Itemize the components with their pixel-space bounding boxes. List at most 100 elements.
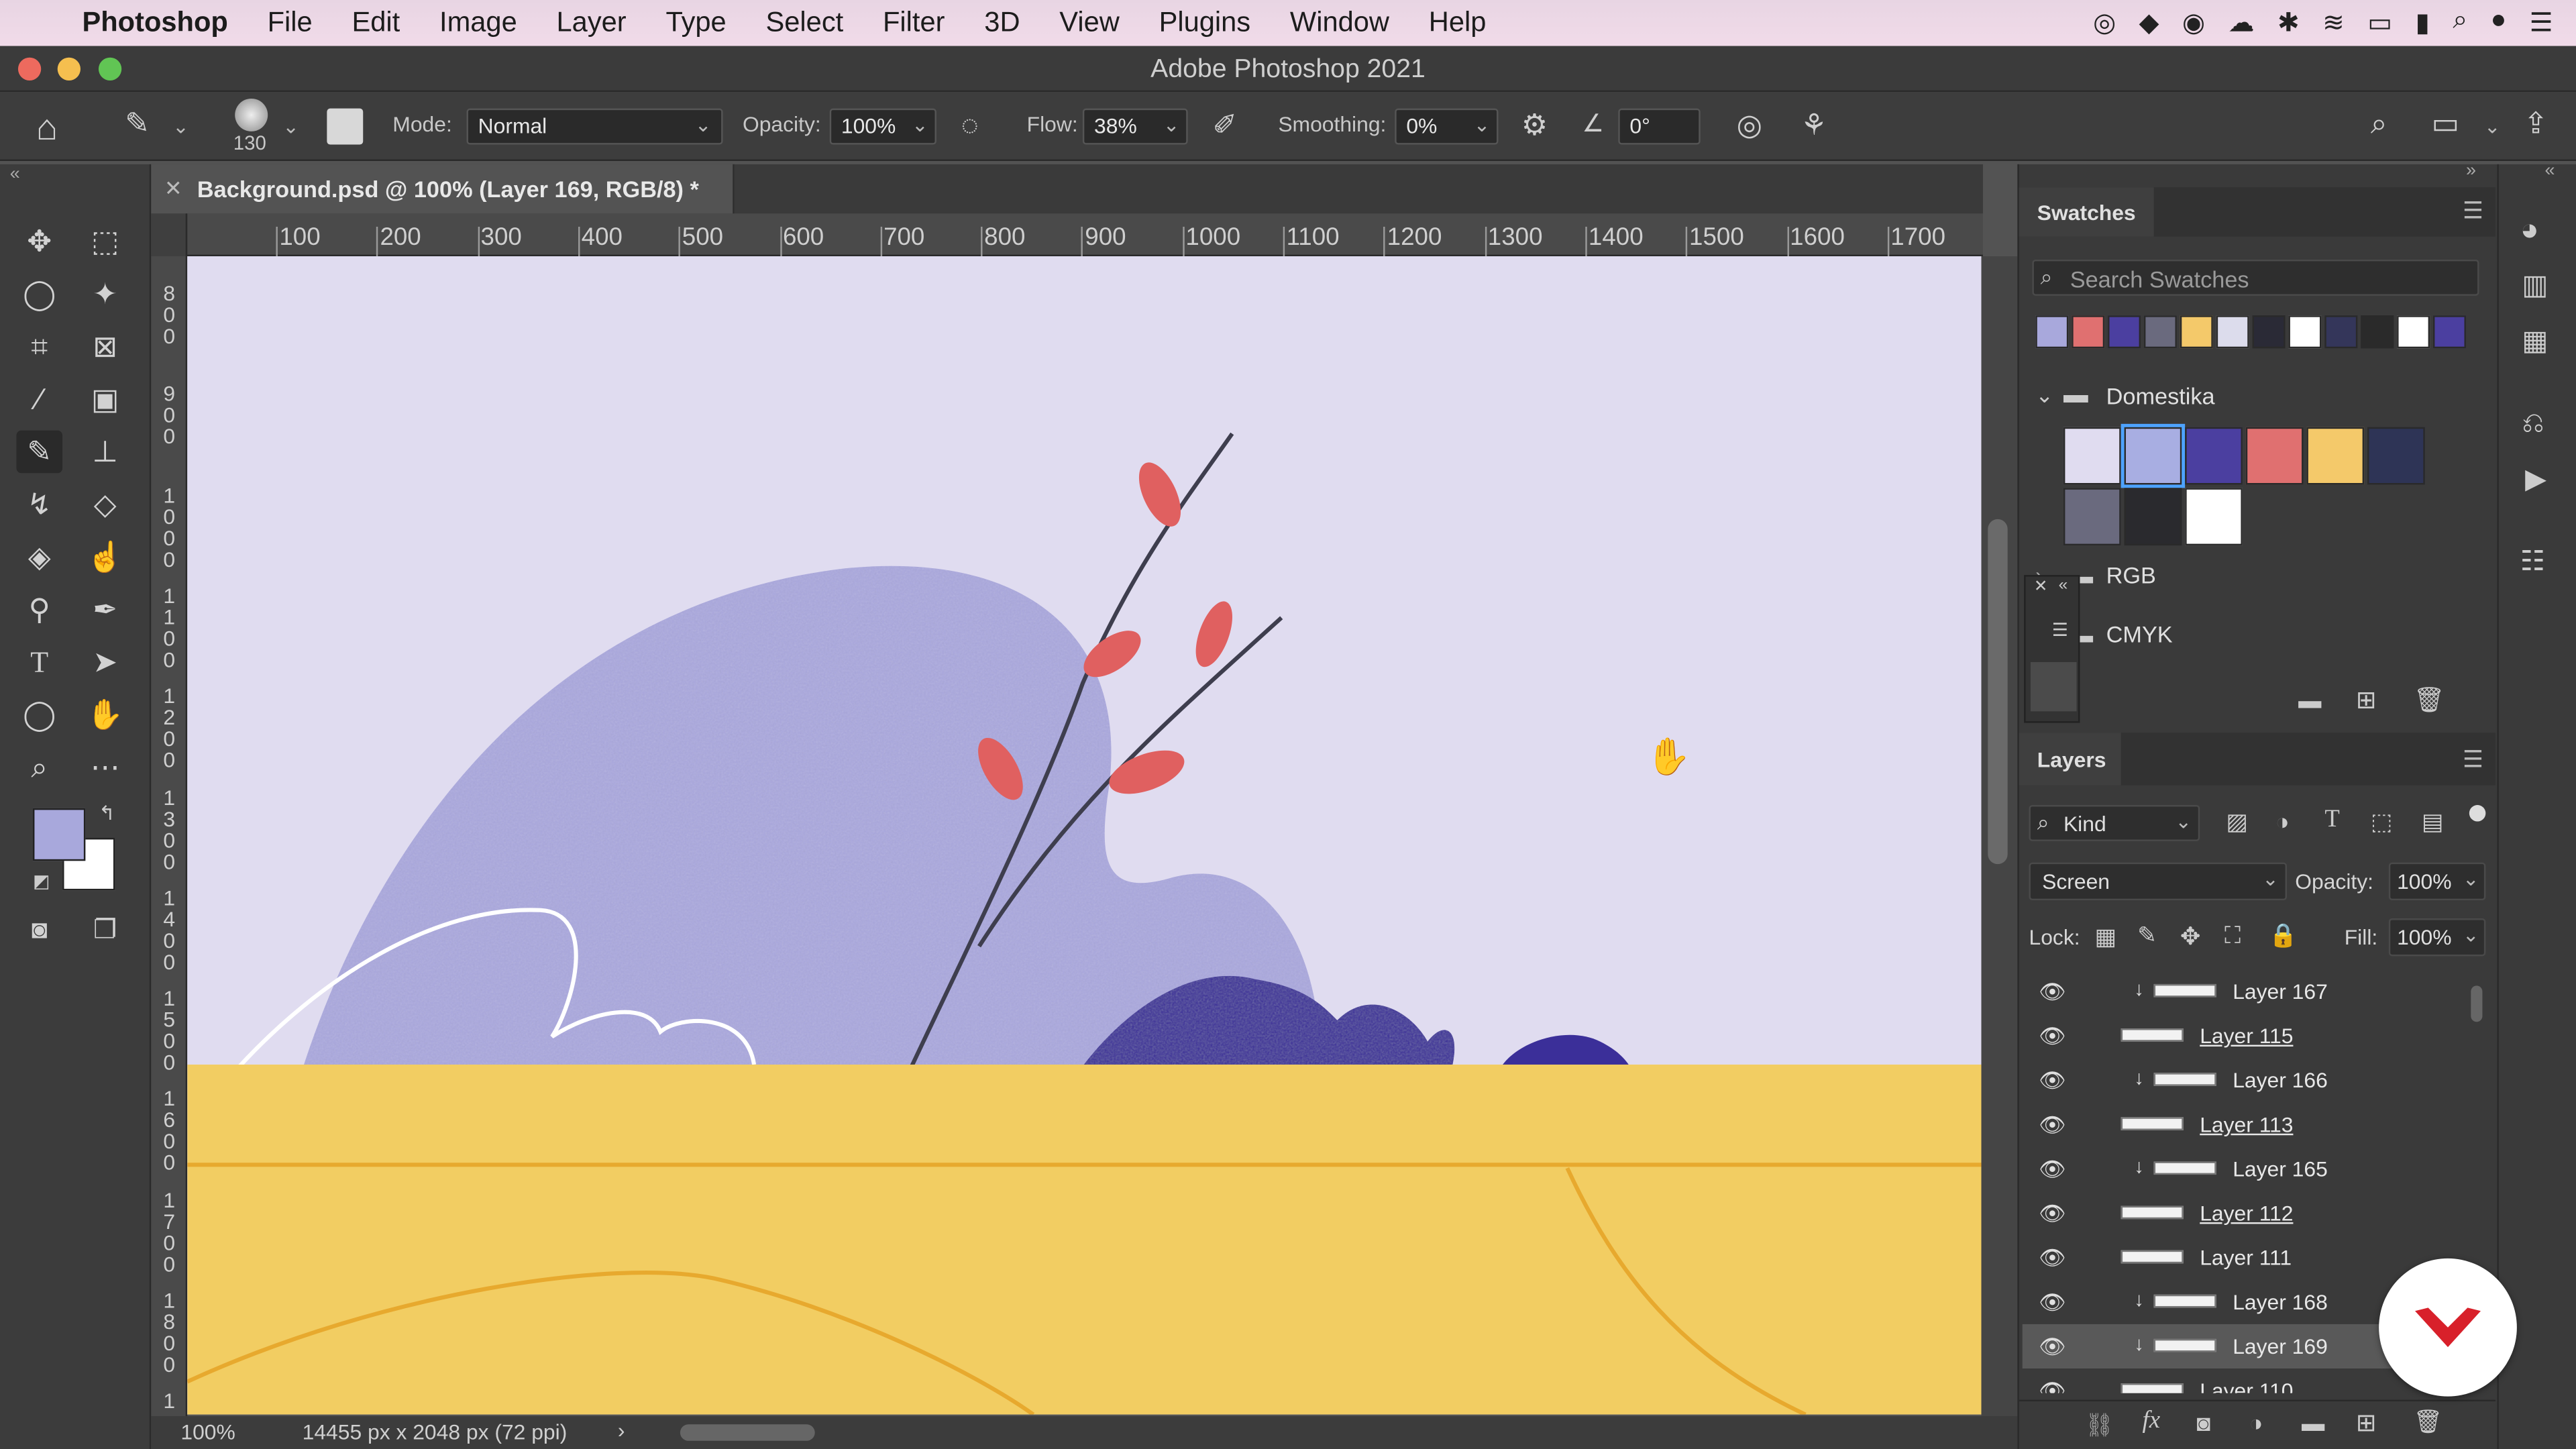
zoom-level[interactable]: 100% xyxy=(180,1419,235,1444)
layer-row[interactable]: 👁 Layer 115 xyxy=(2023,1014,2466,1058)
menu-view[interactable]: View xyxy=(1040,7,1139,40)
menu-filter[interactable]: Filter xyxy=(863,7,965,40)
canvas-vertical-scrollbar[interactable] xyxy=(1981,256,2018,1417)
recent-swatch[interactable] xyxy=(2288,315,2322,349)
lock-all-icon[interactable]: 🔒 xyxy=(2269,922,2298,950)
link-layers-icon[interactable]: ⛓ xyxy=(2085,1411,2114,1440)
visibility-eye-icon[interactable]: 👁 xyxy=(2039,1379,2065,1393)
menu-image[interactable]: Image xyxy=(420,7,537,40)
group-swatch[interactable] xyxy=(2185,488,2243,546)
lock-position-icon[interactable]: ✥ xyxy=(2180,922,2201,951)
brush-preview-icon[interactable] xyxy=(235,98,268,131)
recent-swatch[interactable] xyxy=(2432,315,2466,349)
group-swatch[interactable] xyxy=(2367,427,2425,485)
tool-preset-chevron-icon[interactable]: ⌄ xyxy=(172,115,189,138)
control-center-icon[interactable]: ☰ xyxy=(2530,7,2553,40)
layer-row[interactable]: 👁 ↓ Layer 165 xyxy=(2023,1146,2466,1191)
swatches-search-input[interactable]: ⌕ Search Swatches xyxy=(2032,259,2479,296)
brush-picker-chevron-icon[interactable]: ⌄ xyxy=(282,115,299,138)
scrollbar-thumb[interactable] xyxy=(1988,519,2008,865)
history-panel-icon[interactable]: ⎌ xyxy=(2522,407,2544,440)
angle-field[interactable]: 0° xyxy=(1618,108,1701,145)
expand-panels-icon[interactable]: » xyxy=(2466,161,2476,180)
menu-layer[interactable]: Layer xyxy=(537,7,646,40)
recent-swatch[interactable] xyxy=(2216,315,2249,349)
move-tool-icon[interactable]: ✥ xyxy=(16,220,62,263)
recent-swatch[interactable] xyxy=(2035,315,2069,349)
crop-tool-icon[interactable]: ⌗ xyxy=(16,325,62,368)
recent-swatch[interactable] xyxy=(2072,315,2105,349)
menu-plugins[interactable]: Plugins xyxy=(1139,7,1270,40)
zoom-tool-icon[interactable]: ⌕ xyxy=(16,746,62,789)
share-icon[interactable]: ⇪ xyxy=(2524,107,2548,141)
close-icon[interactable]: ✕ xyxy=(2034,578,2048,596)
chevron-down-icon[interactable]: ⌄ xyxy=(2035,383,2053,409)
visibility-eye-icon[interactable]: 👁 xyxy=(2039,1068,2065,1094)
swatch-group-rgb[interactable]: RGB xyxy=(2106,562,2156,588)
close-tab-icon[interactable]: ✕ xyxy=(164,176,182,202)
group-swatch[interactable] xyxy=(2121,423,2186,488)
group-swatch[interactable] xyxy=(2306,427,2365,485)
wifi-icon[interactable]: ≋ xyxy=(2322,7,2345,40)
dodge-tool-icon[interactable]: ⚲ xyxy=(16,588,62,631)
airplay-icon[interactable]: ▭ xyxy=(2367,7,2392,40)
visibility-eye-icon[interactable]: 👁 xyxy=(2039,1201,2065,1227)
group-swatch[interactable] xyxy=(2063,427,2121,485)
battery-icon[interactable]: ▮ xyxy=(2416,7,2430,40)
menu-app-name[interactable]: Photoshop xyxy=(62,7,248,40)
new-layer-icon[interactable]: ⊞ xyxy=(2356,1408,2377,1438)
collapse-icons-icon[interactable]: « xyxy=(2545,161,2555,180)
record-icon[interactable]: ◉ xyxy=(2182,7,2205,40)
visibility-eye-icon[interactable]: 👁 xyxy=(2039,1245,2065,1271)
pen-tool-icon[interactable]: ✒ xyxy=(82,588,128,631)
layer-row[interactable]: 👁 ↓ Layer 166 xyxy=(2023,1058,2466,1102)
add-mask-icon[interactable]: ◙ xyxy=(2196,1409,2210,1436)
menu-edit[interactable]: Edit xyxy=(332,7,420,40)
eraser-tool-icon[interactable]: ◇ xyxy=(82,483,128,526)
brush-settings-panel-icon[interactable] xyxy=(327,108,364,145)
patterns-panel-icon[interactable]: ▦ xyxy=(2522,325,2548,358)
visibility-eye-icon[interactable]: 👁 xyxy=(2039,1334,2065,1360)
adjustment-layer-icon[interactable]: ◑ xyxy=(2249,1409,2263,1436)
search-icon[interactable]: ⌕ xyxy=(2371,107,2387,141)
eyedropper-tool-icon[interactable]: ⁄ xyxy=(16,378,62,421)
menu-file[interactable]: File xyxy=(248,7,332,40)
pressure-size-icon[interactable]: ◎ xyxy=(1737,109,1762,143)
workspace-chevron-icon[interactable]: ⌄ xyxy=(2484,115,2501,138)
layer-row[interactable]: 👁 Layer 112 xyxy=(2023,1191,2466,1236)
menu-window[interactable]: Window xyxy=(1271,7,1409,40)
recent-swatch[interactable] xyxy=(2361,315,2394,349)
path-selection-tool-icon[interactable]: ➤ xyxy=(82,641,128,684)
document-tab[interactable]: ✕ Background.psd @ 100% (Layer 169, RGB/… xyxy=(151,164,735,214)
status-expand-chevron-icon[interactable]: › xyxy=(618,1417,625,1442)
recent-swatch[interactable] xyxy=(2108,315,2141,349)
swatch-group-domestika[interactable]: Domestika xyxy=(2106,383,2215,409)
swatch-group-cmyk[interactable]: CMYK xyxy=(2106,621,2173,647)
lasso-tool-icon[interactable]: ◯ xyxy=(16,273,62,316)
menu-type[interactable]: Type xyxy=(646,7,746,40)
smudge-tool-icon[interactable]: ☝ xyxy=(82,535,128,578)
default-colors-icon[interactable]: ◩ xyxy=(33,871,50,892)
mode-select[interactable]: Normal ⌄ xyxy=(466,108,723,145)
document-canvas[interactable]: ✋ xyxy=(187,256,1982,1415)
collapsed-panel-icon[interactable] xyxy=(2030,661,2077,712)
history-brush-tool-icon[interactable]: ↯ xyxy=(16,483,62,526)
layer-fx-icon[interactable]: fx xyxy=(2142,1408,2160,1436)
layer-fill-field[interactable]: 100% ⌄ xyxy=(2388,918,2486,957)
recent-swatch[interactable] xyxy=(2143,315,2177,349)
smoothing-settings-gear-icon[interactable]: ⚙ xyxy=(1521,109,1548,143)
menu-select[interactable]: Select xyxy=(746,7,863,40)
layers-scroll-thumb[interactable] xyxy=(2471,985,2483,1022)
menu-help[interactable]: Help xyxy=(1409,7,1505,40)
filter-smart-object-icon[interactable]: ▤ xyxy=(2422,808,2443,837)
lock-pixels-brush-icon[interactable]: ✎ xyxy=(2137,922,2157,950)
type-tool-icon[interactable]: T xyxy=(16,641,62,684)
actions-play-icon[interactable]: ▶ xyxy=(2525,464,2546,496)
layer-row[interactable]: 👁 ↓ Layer 167 xyxy=(2023,973,2466,1014)
recent-swatch[interactable] xyxy=(2252,315,2286,349)
group-swatch[interactable] xyxy=(2245,427,2304,485)
smoothing-field[interactable]: 0% ⌄ xyxy=(1395,108,1499,145)
filter-adjustment-icon[interactable]: ◑ xyxy=(2275,808,2290,835)
group-swatch[interactable] xyxy=(2063,488,2121,546)
workspace-icon[interactable]: ▭ xyxy=(2432,107,2460,141)
